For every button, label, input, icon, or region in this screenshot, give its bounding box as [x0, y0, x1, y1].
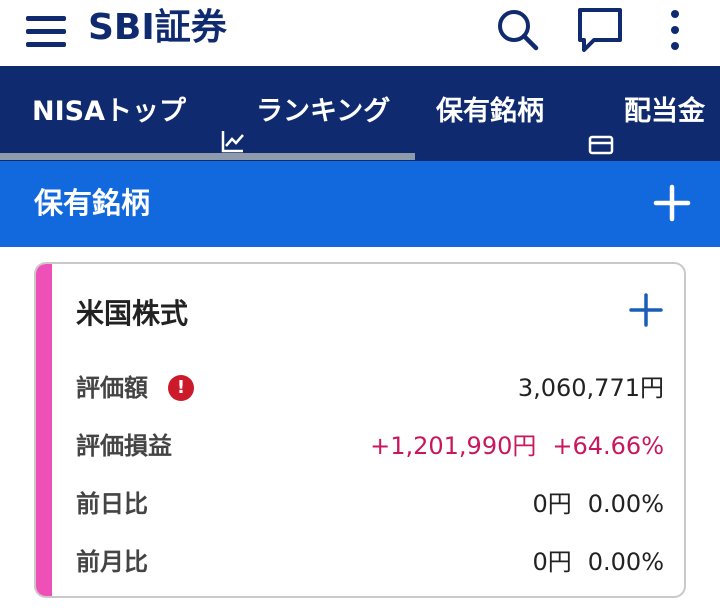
row-label: 評価額: [76, 374, 148, 402]
us-stocks-card[interactable]: 米国株式 評価額 ! 3,060,771円 評価損益 +1,201,990円 +6…: [34, 262, 686, 598]
row-value: 3,060,771円: [517, 374, 664, 402]
change-amount: 0円: [532, 548, 572, 576]
card-title: 米国株式: [76, 297, 189, 330]
search-icon[interactable]: [494, 6, 542, 54]
tab-label: ランキング: [256, 96, 391, 127]
tab-label: 保有銘柄: [436, 96, 544, 127]
add-icon[interactable]: [650, 181, 694, 225]
card-accent-bar: [36, 264, 52, 596]
row-unrealized-gain: 評価損益 +1,201,990円 +64.66%: [76, 426, 664, 466]
row-valuation: 評価額 ! 3,060,771円: [76, 368, 664, 408]
row-value: 0円 0.00%: [532, 542, 664, 582]
row-value: +1,201,990円 +64.66%: [370, 426, 664, 466]
tab-label: 配当金: [624, 96, 705, 127]
card-icon: [588, 102, 614, 154]
chart-line-icon: [220, 100, 246, 152]
tab-dividends[interactable]: 配当金: [588, 66, 705, 161]
more-vertical-icon[interactable]: [658, 6, 692, 54]
alert-icon[interactable]: !: [168, 375, 194, 401]
add-icon[interactable]: [628, 292, 664, 328]
tab-label: NISAトップ: [32, 96, 186, 127]
change-amount: 0円: [532, 490, 572, 518]
row-label: 前日比: [76, 490, 148, 518]
change-percent: 0.00%: [587, 490, 664, 518]
row-day-change: 前日比 0円 0.00%: [76, 484, 664, 524]
gain-percent: +64.66%: [552, 432, 664, 460]
nav-tabs: NISAトップ ランキング 保有銘柄 配当金: [0, 66, 720, 161]
tab-ranking[interactable]: ランキング: [220, 66, 390, 161]
tab-nisa-top[interactable]: NISAトップ: [32, 66, 186, 161]
row-month-change: 前月比 0円 0.00%: [76, 542, 664, 582]
app-header: SBI証券: [0, 0, 720, 66]
gain-amount: +1,201,990円: [370, 432, 537, 460]
chat-bubble-icon[interactable]: [574, 6, 626, 54]
hamburger-menu-icon[interactable]: [26, 14, 68, 48]
row-label: 前月比: [76, 548, 148, 576]
tab-scroll-indicator: [0, 153, 415, 160]
section-title: 保有銘柄: [34, 186, 151, 220]
row-value: 0円 0.00%: [532, 484, 664, 524]
change-percent: 0.00%: [587, 548, 664, 576]
sbi-logo[interactable]: SBI証券: [88, 0, 227, 56]
row-label: 評価損益: [76, 432, 172, 460]
holdings-section-header: 保有銘柄: [0, 161, 720, 247]
tab-holdings[interactable]: 保有銘柄: [436, 66, 544, 161]
